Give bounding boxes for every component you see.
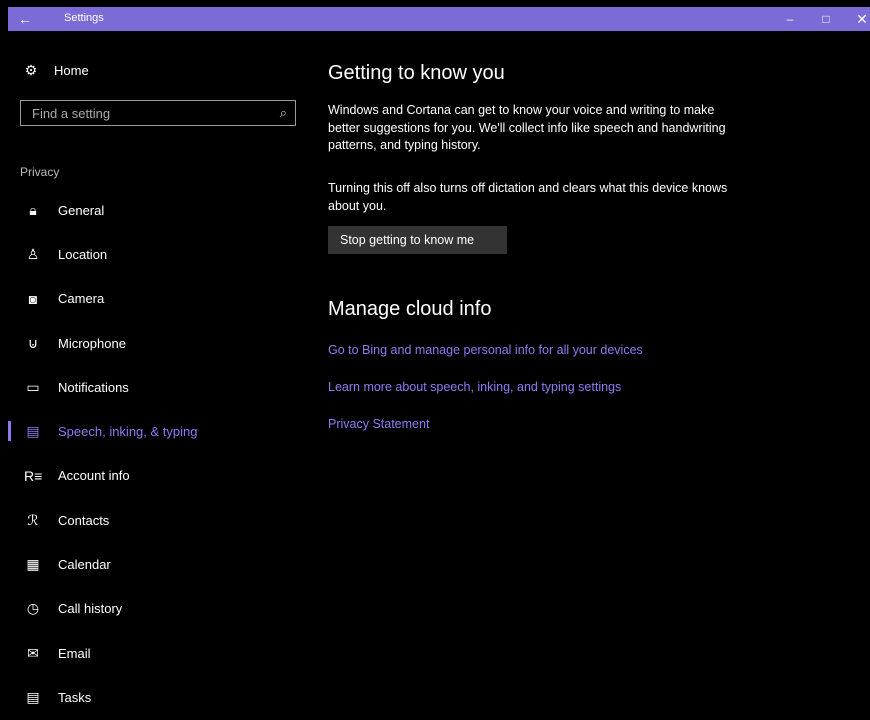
title-bar: ← Settings – □ ✕ xyxy=(8,7,870,31)
location-icon: ♙ xyxy=(26,245,40,262)
window-title: Settings xyxy=(64,12,104,24)
sidebar-item-general[interactable]: 🔒︎ General xyxy=(8,188,308,232)
gear-icon: ⚙ xyxy=(24,61,38,78)
microphone-icon: ⊍ xyxy=(27,334,39,351)
sidebar-item-label: Account info xyxy=(58,468,130,484)
sidebar-item-label: Email xyxy=(58,645,91,661)
sidebar-nav: 🔒︎ General ♙ Location ◙ Camera ⊍ Microph… xyxy=(8,188,308,720)
notifications-icon: ▭ xyxy=(26,378,40,395)
lock-icon: 🔒︎ xyxy=(29,201,37,218)
page-title: Getting to know you xyxy=(328,62,505,84)
section-heading-cloud-info: Manage cloud info xyxy=(328,298,492,320)
active-indicator xyxy=(8,421,11,442)
camera-icon: ◙ xyxy=(28,290,38,307)
sidebar-item-account-info[interactable]: R≡ Account info xyxy=(8,454,308,498)
sidebar-item-calendar[interactable]: ▦ Calendar xyxy=(8,542,308,586)
tasks-icon: ▤ xyxy=(26,688,40,705)
sidebar: ⚙ Home Find a setting ⌕ Privacy 🔒︎ Gener… xyxy=(8,31,308,705)
sidebar-item-label: Notifications xyxy=(58,379,129,395)
sidebar-item-call-history[interactable]: ◷ Call history xyxy=(8,587,308,631)
sidebar-item-label: Speech, inking, & typing xyxy=(58,424,198,440)
sidebar-item-label: Location xyxy=(58,246,108,262)
sidebar-item-label: Call history xyxy=(58,601,123,617)
sidebar-item-camera[interactable]: ◙ Camera xyxy=(8,277,308,321)
maximize-button[interactable]: □ xyxy=(808,7,844,31)
sidebar-item-notifications[interactable]: ▭ Notifications xyxy=(8,365,308,409)
description-text: Windows and Cortana can get to know your… xyxy=(328,103,726,152)
sidebar-item-label: Tasks xyxy=(58,689,92,705)
sidebar-item-label: Microphone xyxy=(58,335,126,351)
learn-more-link[interactable]: Learn more about speech, inking, and typ… xyxy=(328,380,621,394)
speech-icon: ▤ xyxy=(26,423,40,440)
account-info-icon: R≡ xyxy=(24,467,43,484)
sidebar-item-tasks[interactable]: ▤ Tasks xyxy=(8,675,308,719)
minimize-button[interactable]: – xyxy=(772,7,808,31)
sidebar-item-label: Contacts xyxy=(58,512,110,528)
calendar-icon: ▦ xyxy=(26,556,40,573)
close-button[interactable]: ✕ xyxy=(844,7,870,31)
privacy-statement-link[interactable]: Privacy Statement xyxy=(328,417,429,431)
sidebar-item-microphone[interactable]: ⊍ Microphone xyxy=(8,321,308,365)
contacts-icon: ℛ xyxy=(27,511,39,528)
sidebar-item-contacts[interactable]: ℛ Contacts xyxy=(8,498,308,542)
warning-text: Turning this off also turns off dictatio… xyxy=(328,181,728,213)
bing-manage-info-link[interactable]: Go to Bing and manage personal info for … xyxy=(328,343,643,357)
sidebar-item-label: General xyxy=(58,202,105,218)
email-icon: ✉ xyxy=(27,644,39,661)
sidebar-item-label: Home xyxy=(54,62,89,78)
search-icon[interactable]: ⌕ xyxy=(280,105,287,121)
call-history-icon: ◷ xyxy=(26,600,40,617)
search-placeholder: Find a setting xyxy=(32,106,111,121)
sidebar-item-label: Calendar xyxy=(58,557,111,573)
back-arrow-icon[interactable]: ← xyxy=(14,10,36,28)
sidebar-item-home[interactable]: ⚙ Home xyxy=(22,60,89,80)
search-input[interactable]: Find a setting ⌕ xyxy=(20,100,296,126)
sidebar-item-location[interactable]: ♙ Location xyxy=(8,232,308,276)
sidebar-item-speech[interactable]: ▤ Speech, inking, & typing xyxy=(8,409,308,453)
sidebar-item-email[interactable]: ✉ Email xyxy=(8,631,308,675)
sidebar-item-label: Camera xyxy=(58,291,105,307)
section-heading-privacy: Privacy xyxy=(20,165,60,179)
stop-getting-to-know-me-button[interactable]: Stop getting to know me xyxy=(328,226,507,254)
